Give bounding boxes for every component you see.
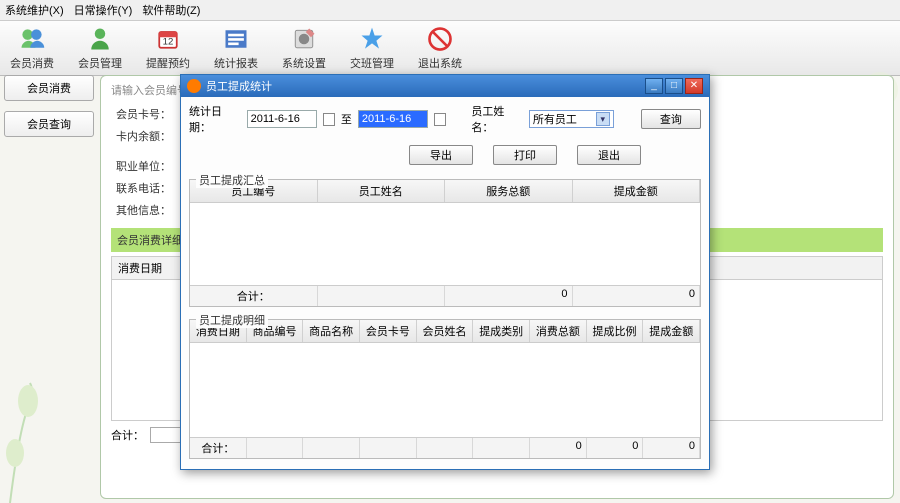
to-label: 至 bbox=[341, 111, 352, 127]
close-button[interactable]: ✕ bbox=[685, 78, 703, 94]
commission-dialog: 员工提成统计 _ □ ✕ 统计日期： 至 员工姓名： 所有员工 ▾ 查询 导出 打… bbox=[180, 74, 710, 470]
g1-v3: 0 bbox=[445, 286, 573, 306]
g1-h4: 提成金额 bbox=[573, 180, 701, 202]
total-label: 合计： bbox=[111, 427, 144, 443]
tb-remind[interactable]: 12 提醒预约 bbox=[146, 25, 190, 71]
exit-button[interactable]: 退出 bbox=[577, 145, 641, 165]
tb-label: 会员消费 bbox=[10, 55, 54, 71]
g2-h8: 提成比例 bbox=[587, 320, 644, 342]
dialog-icon bbox=[187, 79, 201, 93]
query-button[interactable]: 查询 bbox=[641, 109, 701, 129]
filter-row: 统计日期： 至 员工姓名： 所有员工 ▾ 查询 bbox=[189, 103, 701, 135]
lab-balance: 卡内余额： bbox=[111, 128, 171, 144]
lab-company: 职业单位： bbox=[111, 158, 171, 174]
min-button[interactable]: _ bbox=[645, 78, 663, 94]
date-to[interactable] bbox=[358, 110, 428, 128]
detail-group: 员工提成明细 消费日期 商品编号 商品名称 会员卡号 会员姓名 提成类别 消费总… bbox=[189, 319, 701, 459]
g1-h3: 服务总额 bbox=[445, 180, 573, 202]
g2-sum: 合计： bbox=[190, 438, 247, 458]
toolbar: 会员消费 会员管理 12 提醒预约 统计报表 系统设置 交班管理 退出系统 bbox=[0, 21, 900, 76]
g2-v9: 0 bbox=[643, 438, 700, 458]
chk-from[interactable] bbox=[323, 113, 335, 126]
tb-label: 系统设置 bbox=[282, 55, 326, 71]
export-button[interactable]: 导出 bbox=[409, 145, 473, 165]
menu-daily[interactable]: 日常操作(Y) bbox=[74, 2, 133, 18]
side-query[interactable]: 会员查询 bbox=[4, 111, 94, 137]
g2-h7: 消费总额 bbox=[530, 320, 587, 342]
g2-v7: 0 bbox=[530, 438, 587, 458]
max-button[interactable]: □ bbox=[665, 78, 683, 94]
g2-h4: 会员卡号 bbox=[360, 320, 417, 342]
chk-to[interactable] bbox=[434, 113, 446, 126]
emp-combo[interactable]: 所有员工 ▾ bbox=[529, 110, 614, 128]
g1-blank bbox=[318, 286, 446, 306]
tb-member-consume[interactable]: 会员消费 bbox=[10, 25, 54, 71]
side-consume[interactable]: 会员消费 bbox=[4, 75, 94, 101]
titlebar[interactable]: 员工提成统计 _ □ ✕ bbox=[181, 75, 709, 97]
tb-label: 统计报表 bbox=[214, 55, 258, 71]
tb-member-manage[interactable]: 会员管理 bbox=[78, 25, 122, 71]
lab-cardno: 会员卡号： bbox=[111, 106, 171, 122]
summary-group: 员工提成汇总 员工编号 员工姓名 服务总额 提成金额 合计： 0 0 bbox=[189, 179, 701, 307]
emp-value: 所有员工 bbox=[533, 111, 577, 127]
detail-grid[interactable]: 消费日期 商品编号 商品名称 会员卡号 会员姓名 提成类别 消费总额 提成比例 … bbox=[190, 320, 700, 458]
g1-h2: 员工姓名 bbox=[318, 180, 446, 202]
chevron-down-icon: ▾ bbox=[596, 112, 610, 126]
tb-reports[interactable]: 统计报表 bbox=[214, 25, 258, 71]
lab-phone: 联系电话： bbox=[111, 180, 171, 196]
tb-shift[interactable]: 交班管理 bbox=[350, 25, 394, 71]
g2-h6: 提成类别 bbox=[473, 320, 530, 342]
tb-exit[interactable]: 退出系统 bbox=[418, 25, 462, 71]
summary-grid[interactable]: 员工编号 员工姓名 服务总额 提成金额 合计： 0 0 bbox=[190, 180, 700, 306]
date-label: 统计日期： bbox=[189, 103, 241, 135]
menu-system[interactable]: 系统维护(X) bbox=[5, 2, 64, 18]
tb-label: 会员管理 bbox=[78, 55, 122, 71]
g2-h5: 会员姓名 bbox=[417, 320, 474, 342]
svg-text:12: 12 bbox=[163, 36, 174, 47]
g1-sum: 合计： bbox=[190, 286, 318, 306]
tb-label: 提醒预约 bbox=[146, 55, 190, 71]
emp-label: 员工姓名： bbox=[471, 103, 523, 135]
date-from[interactable] bbox=[247, 110, 317, 128]
tb-label: 交班管理 bbox=[350, 55, 394, 71]
g2-h3: 商品名称 bbox=[303, 320, 360, 342]
lab-other: 其他信息： bbox=[111, 202, 171, 218]
g1-v4: 0 bbox=[573, 286, 701, 306]
g2-h9: 提成金额 bbox=[643, 320, 700, 342]
print-button[interactable]: 打印 bbox=[493, 145, 557, 165]
menubar: 系统维护(X) 日常操作(Y) 软件帮助(Z) bbox=[0, 0, 900, 21]
detail-label: 员工提成明细 bbox=[196, 312, 268, 328]
tb-label: 退出系统 bbox=[418, 55, 462, 71]
g2-v8: 0 bbox=[587, 438, 644, 458]
dialog-title: 员工提成统计 bbox=[206, 78, 272, 94]
sidebar: 会员消费 会员查询 bbox=[4, 75, 94, 147]
decor-left bbox=[0, 363, 70, 503]
summary-label: 员工提成汇总 bbox=[196, 172, 268, 188]
menu-help[interactable]: 软件帮助(Z) bbox=[142, 2, 200, 18]
tb-settings[interactable]: 系统设置 bbox=[282, 25, 326, 71]
